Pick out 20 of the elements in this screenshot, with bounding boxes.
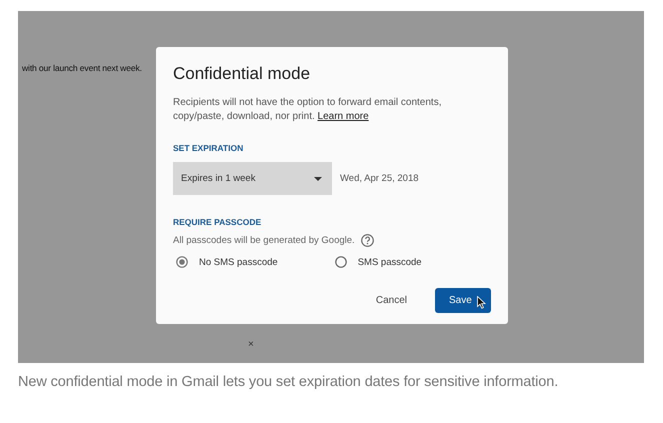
caption: New confidential mode in Gmail lets you set expiration dates for sensitive information. [18,374,560,390]
email-text: with our launch event next week. [22,63,142,73]
cancel-button[interactable]: Cancel [362,288,421,313]
radio-button[interactable] [334,256,347,268]
expiration-date: Wed, Apr 25, 2018 [340,173,419,184]
learn-more-link[interactable]: Learn more [318,111,369,122]
close-icon[interactable]: × [248,339,254,350]
radio-option[interactable]: SMS passcode [332,256,422,268]
dialog-title: Confidential mode [173,64,310,84]
section-heading: SET EXPIRATION [173,143,244,153]
help-text: All passcodes will be generated by Google. [173,235,355,246]
caret-icon [314,176,322,180]
expiration-dropdown[interactable]: Expires in 1 week [173,162,332,195]
help-icon[interactable] [360,234,374,247]
radio-button[interactable] [176,256,188,268]
radio-option[interactable]: No SMS passcode [173,256,278,268]
save-button[interactable]: Save [435,288,491,313]
cursor-icon [477,296,486,309]
dialog-description: Recipients will not have the option to forward email contents, copy/paste, download, nor print. Learn more [173,96,442,124]
section-heading: REQUIRE PASSCODE [173,217,262,227]
